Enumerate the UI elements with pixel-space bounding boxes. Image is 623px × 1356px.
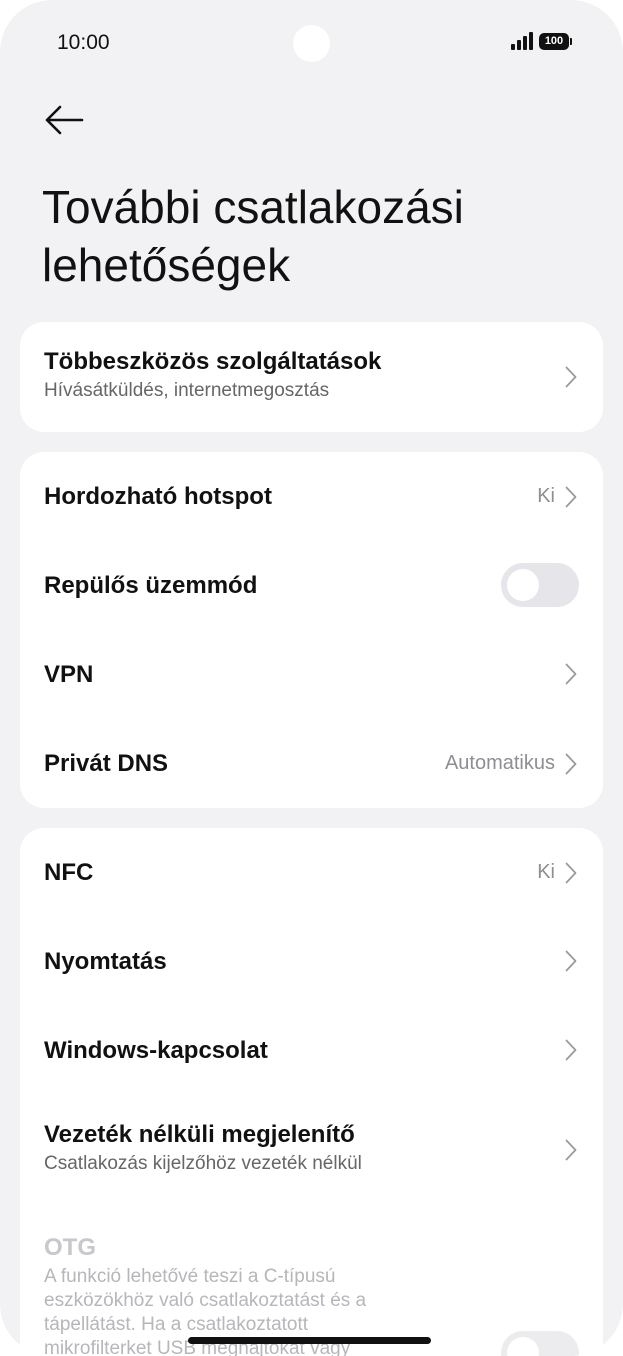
vpn-item[interactable]: VPN (20, 630, 603, 719)
back-arrow-icon (45, 105, 84, 135)
nfc-item[interactable]: NFC Ki (20, 828, 603, 917)
status-icons: 100 (511, 32, 572, 50)
dns-mode: Automatikus (444, 752, 555, 774)
status-time: 10:00 (57, 31, 110, 54)
multi-device-card: Többeszközös szolgáltatások Hívásátküldé… (20, 322, 603, 432)
otg-toggle[interactable] (501, 1331, 579, 1356)
item-subtitle: Csatlakozás kijelzőhöz vezeték nélkül (44, 1153, 362, 1174)
airplane-mode-item[interactable]: Repülős üzemmód (20, 541, 603, 630)
camera-cutout (293, 25, 330, 62)
chevron-right-icon (565, 950, 577, 972)
chevron-right-icon (565, 1039, 577, 1061)
home-indicator[interactable] (188, 1337, 431, 1344)
chevron-right-icon (565, 862, 577, 883)
airplane-mode-toggle[interactable] (501, 563, 579, 607)
private-dns-item[interactable]: Privát DNS Automatikus (20, 719, 603, 808)
chevron-right-icon (565, 366, 577, 388)
page-title: További csatlakozási lehetőségek (42, 181, 464, 291)
multi-device-services-item[interactable]: Többeszközös szolgáltatások Hívásátküldé… (20, 322, 603, 432)
item-label: Nyomtatás (44, 948, 167, 975)
wireless-display-item[interactable]: Vezeték nélküli megjelenítő Csatlakozás … (20, 1095, 603, 1205)
item-label: Vezeték nélküli megjelenítő (44, 1121, 355, 1148)
item-label: Windows-kapcsolat (44, 1037, 268, 1064)
item-label: Repülős üzemmód (44, 572, 258, 599)
item-label: Hordozható hotspot (44, 483, 272, 510)
toggle-knob (507, 1337, 539, 1356)
battery-icon: 100 (539, 32, 572, 50)
item-subtitle: A funkció lehetővé teszi a C-típusú eszk… (44, 1266, 367, 1335)
chevron-right-icon (565, 486, 577, 507)
signal-icon (511, 32, 533, 50)
nfc-status: Ki (537, 861, 555, 883)
devices-card: NFC Ki Nyomtatás Windows-kapcsolat Vezet… (20, 828, 603, 1356)
network-card: Hordozható hotspot Ki Repülős üzemmód VP… (20, 452, 603, 808)
hotspot-status: Ki (537, 485, 555, 507)
item-label: OTG (44, 1234, 96, 1261)
chevron-right-icon (565, 663, 577, 685)
item-label: Többeszközös szolgáltatások (44, 348, 382, 375)
item-label: Privát DNS (44, 750, 169, 777)
otg-item[interactable]: OTG A funkció lehetővé teszi a C-típusú … (20, 1205, 603, 1356)
toggle-knob (507, 569, 539, 601)
chevron-right-icon (565, 753, 577, 774)
chevron-right-icon (565, 1139, 577, 1161)
battery-level: 100 (544, 35, 564, 47)
portable-hotspot-item[interactable]: Hordozható hotspot Ki (20, 452, 603, 541)
item-label: NFC (44, 859, 94, 886)
windows-connection-item[interactable]: Windows-kapcsolat (20, 1006, 603, 1095)
item-label: VPN (44, 661, 94, 688)
back-button[interactable] (42, 100, 86, 140)
printing-item[interactable]: Nyomtatás (20, 917, 603, 1006)
screen: 10:00 100 További csatlakozási lehetőség… (0, 0, 623, 1356)
item-subtitle: Hívásátküldés, internetmegosztás (44, 380, 330, 401)
